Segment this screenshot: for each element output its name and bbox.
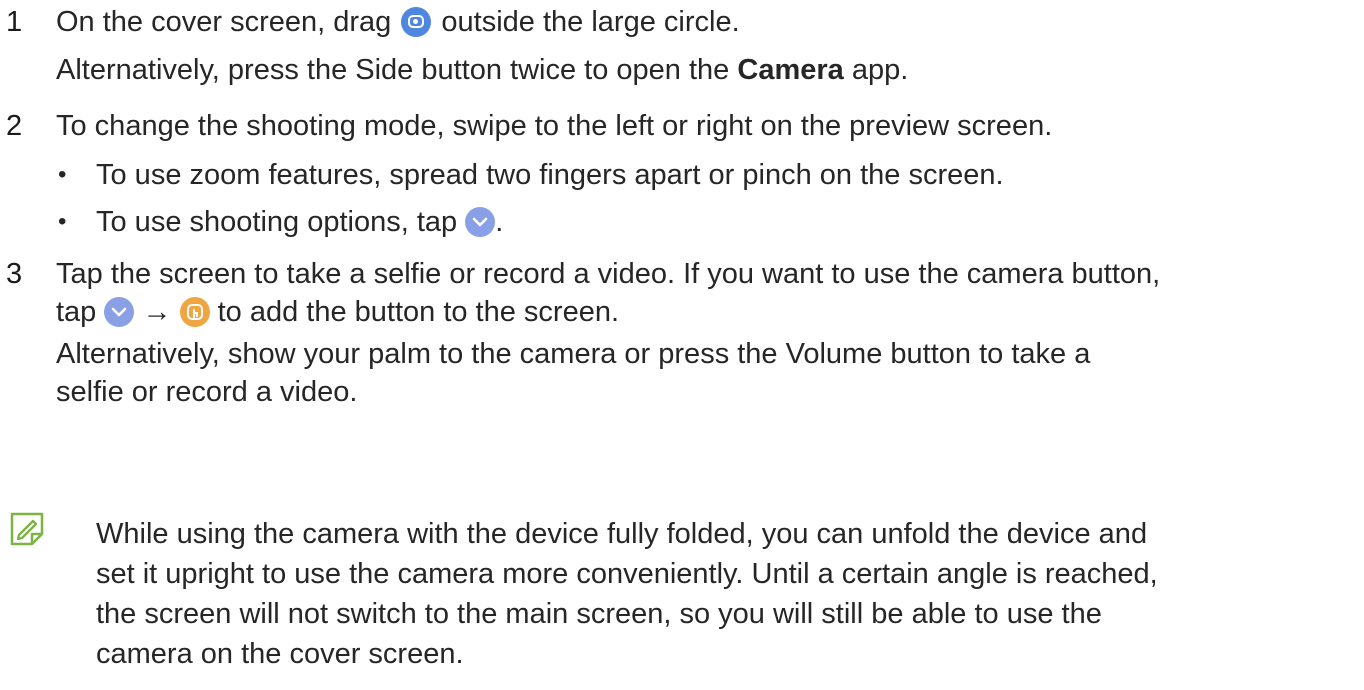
camera-app-icon xyxy=(401,7,432,37)
bullet-marker: • xyxy=(58,161,67,188)
bullet-2-text-before: To use shooting options, tap xyxy=(96,206,458,238)
step-3-alt-line-1: Alternatively, show your palm to the cam… xyxy=(56,338,1091,370)
camera-app-name: Camera xyxy=(737,54,844,86)
step-1-alt-after: app. xyxy=(851,54,909,86)
step-number: 3 xyxy=(6,258,23,290)
step-2-bullet-2: To use shooting options, tap . xyxy=(96,202,503,242)
step-2-text: To change the shooting mode, swipe to th… xyxy=(56,110,1053,142)
step-1-alternative: Alternatively, press the Side button twi… xyxy=(56,50,908,90)
step-1-text: On the cover screen, drag outside the la… xyxy=(56,2,740,42)
arrow-icon: → xyxy=(142,296,172,328)
note-line-4: camera on the cover screen. xyxy=(96,638,464,670)
note-line-3: the screen will not switch to the main s… xyxy=(96,598,1102,630)
step-1-text-after: outside the large circle. xyxy=(441,6,740,38)
step-3-line-2-suffix: to add the button to the screen. xyxy=(217,296,620,328)
step-2-bullet-1: To use zoom features, spread two fingers… xyxy=(96,159,1004,191)
step-3-alt-line-2: selfie or record a video. xyxy=(56,376,358,408)
step-number: 1 xyxy=(6,6,23,38)
touch-button-icon xyxy=(179,297,210,327)
step-3-tap: tap xyxy=(56,296,97,328)
chevron-down-circle-icon xyxy=(465,207,496,237)
step-3-line-1: Tap the screen to take a selfie or recor… xyxy=(56,258,1161,290)
note-line-1: While using the camera with the device f… xyxy=(96,518,1148,550)
step-number: 2 xyxy=(6,110,23,142)
step-3-line-2: tap → to add the button to the screen. xyxy=(56,292,619,332)
step-1-text-before: On the cover screen, drag xyxy=(56,6,392,38)
note-pencil-icon xyxy=(8,510,46,553)
note-line-2: set it upright to use the camera more co… xyxy=(96,558,1158,590)
chevron-down-circle-icon xyxy=(104,297,135,327)
step-1-alt-before: Alternatively, press the Side button twi… xyxy=(56,54,730,86)
bullet-2-text-after: . xyxy=(495,206,504,238)
bullet-marker: • xyxy=(58,208,67,235)
